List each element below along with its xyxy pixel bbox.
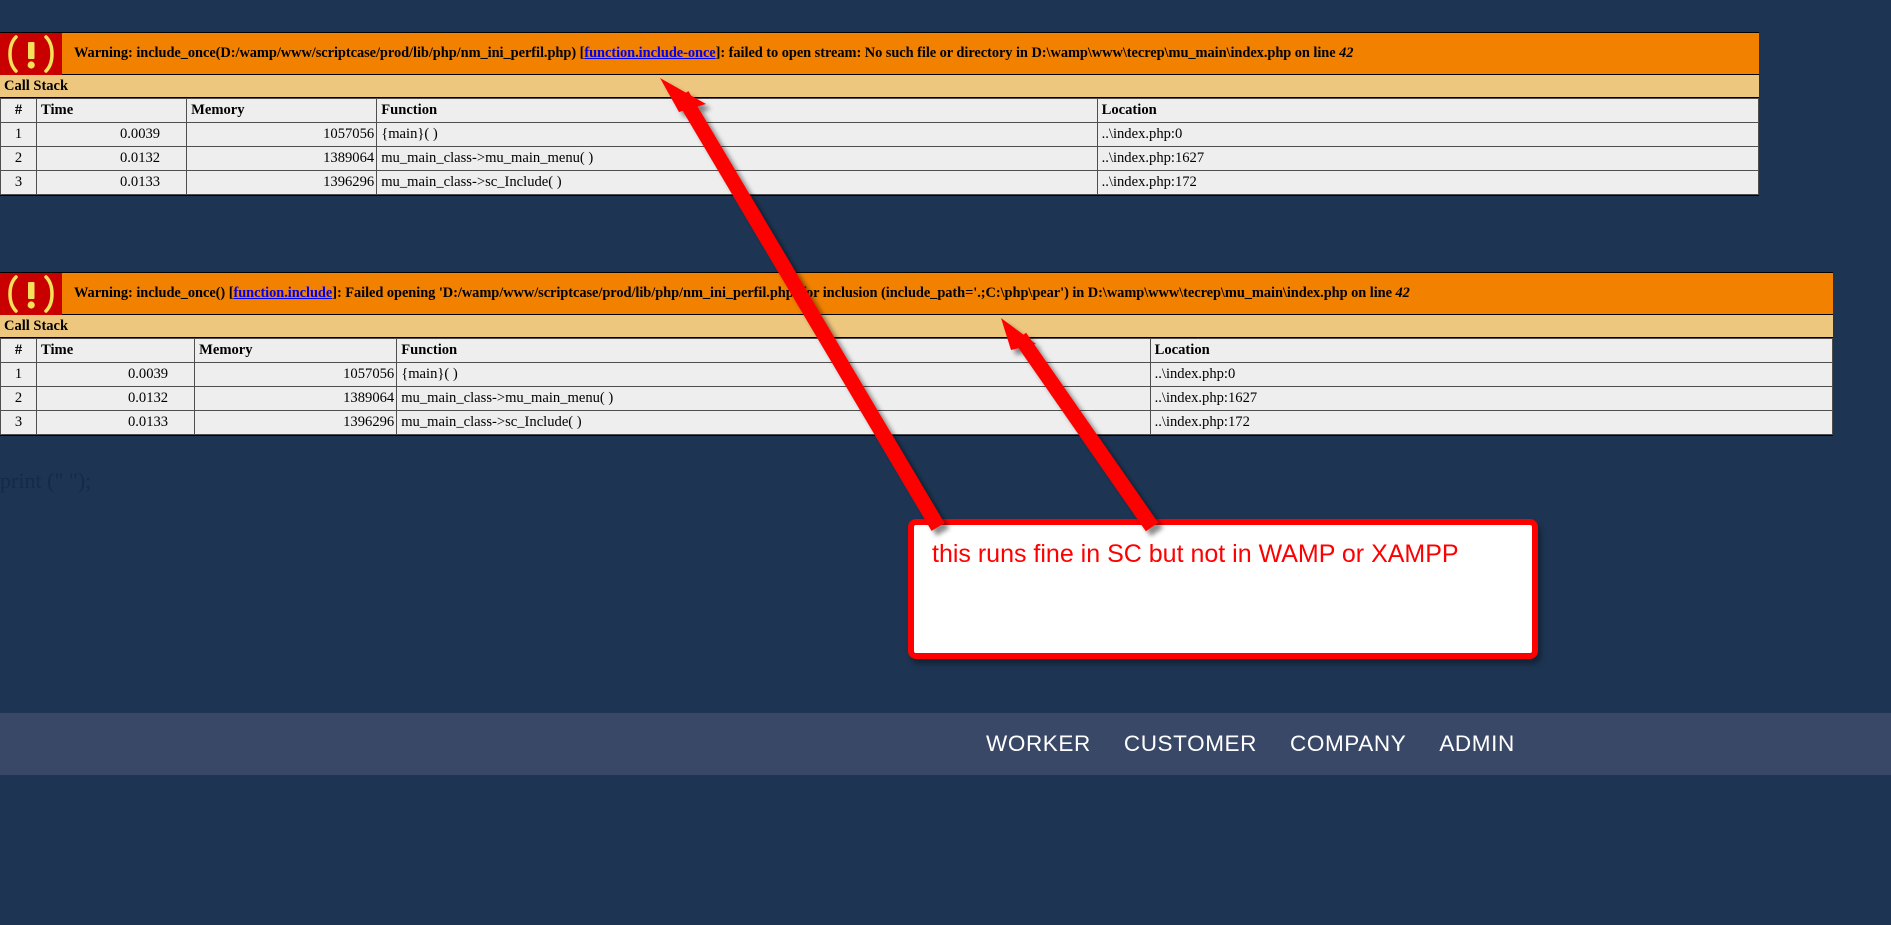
cell-function: mu_main_class->sc_Include( ) [376, 170, 1098, 195]
cell-memory: 1057056 [186, 122, 378, 147]
cell-time: 0.0132 [36, 146, 188, 171]
warning-message-1: Warning: include_once(D:/wamp/www/script… [62, 45, 1354, 62]
cell-function: mu_main_class->sc_Include( ) [396, 410, 1151, 435]
col-header-memory: Memory [194, 338, 398, 363]
cell-location: ..\index.php:0 [1096, 122, 1760, 147]
cell-memory: 1396296 [194, 410, 398, 435]
table-row: 2 0.0132 1389064 mu_main_class->mu_main_… [0, 146, 1760, 171]
callstack-title-2: Call Stack [0, 315, 1833, 338]
warning-banner-2: Warning: include_once() [function.includ… [0, 272, 1833, 315]
col-header-location: Location [1149, 338, 1834, 363]
cell-time: 0.0039 [36, 122, 188, 147]
warning-message-2: Warning: include_once() [function.includ… [62, 286, 1410, 300]
cell-num: 2 [0, 386, 38, 411]
print-statement-text: print (" "); [0, 468, 92, 493]
bottom-navigation-bar: WORKER CUSTOMER COMPANY ADMIN [0, 713, 1891, 775]
warning-suffix: ]: Failed opening 'D:/wamp/www/scriptcas… [332, 285, 1396, 302]
warning-prefix: Warning: include_once(D:/wamp/www/script… [74, 45, 585, 62]
col-header-memory: Memory [186, 98, 378, 123]
warning-suffix: ]: failed to open stream: No such file o… [715, 45, 1340, 62]
callstack-table-1: # Time Memory Function Location 1 0.0039… [0, 98, 1760, 195]
cell-time: 0.0133 [36, 410, 196, 435]
php-error-block-1: Warning: include_once(D:/wamp/www/script… [0, 32, 1760, 196]
cell-function: mu_main_class->mu_main_menu( ) [396, 386, 1151, 411]
page-root: Warning: include_once(D:/wamp/www/script… [0, 0, 1891, 925]
cell-memory: 1389064 [186, 146, 378, 171]
table-row: 2 0.0132 1389064 mu_main_class->mu_main_… [0, 386, 1834, 411]
callstack-table-2: # Time Memory Function Location 1 0.0039… [0, 338, 1834, 435]
cell-num: 1 [0, 362, 38, 387]
warning-line-number: 42 [1339, 45, 1354, 62]
col-header-time: Time [36, 338, 196, 363]
table-header-row: # Time Memory Function Location [0, 98, 1760, 123]
col-header-function: Function [376, 98, 1098, 123]
cell-location: ..\index.php:172 [1149, 410, 1834, 435]
warning-prefix: Warning: include_once() [ [74, 285, 234, 302]
warning-exclamation-icon [0, 272, 62, 315]
nav-item-worker[interactable]: WORKER [986, 731, 1091, 757]
col-header-function: Function [396, 338, 1151, 363]
cell-num: 1 [0, 122, 38, 147]
cell-num: 2 [0, 146, 38, 171]
function-include-link[interactable]: function.include [233, 285, 332, 301]
col-header-location: Location [1096, 98, 1760, 123]
table-row: 1 0.0039 1057056 {main}( ) ..\index.php:… [0, 362, 1834, 387]
cell-location: ..\index.php:1627 [1096, 146, 1760, 171]
col-header-num: # [0, 98, 38, 123]
table-header-row: # Time Memory Function Location [0, 338, 1834, 363]
col-header-num: # [0, 338, 38, 363]
cell-time: 0.0132 [36, 386, 196, 411]
php-error-block-2: Warning: include_once() [function.includ… [0, 272, 1834, 436]
cell-memory: 1057056 [194, 362, 398, 387]
callstack-title-1: Call Stack [0, 75, 1759, 98]
cell-memory: 1396296 [186, 170, 378, 195]
annotation-callout-box: this runs fine in SC but not in WAMP or … [908, 519, 1538, 659]
cell-location: ..\index.php:172 [1096, 170, 1760, 195]
nav-item-admin[interactable]: ADMIN [1439, 731, 1515, 757]
cell-function: {main}( ) [376, 122, 1098, 147]
nav-items-container: WORKER CUSTOMER COMPANY ADMIN [986, 731, 1515, 757]
nav-item-company[interactable]: COMPANY [1290, 731, 1406, 757]
cell-num: 3 [0, 170, 38, 195]
nav-item-customer[interactable]: CUSTOMER [1124, 731, 1257, 757]
cell-location: ..\index.php:0 [1149, 362, 1834, 387]
cell-location: ..\index.php:1627 [1149, 386, 1834, 411]
table-row: 3 0.0133 1396296 mu_main_class->sc_Inclu… [0, 410, 1834, 435]
annotation-text: this runs fine in SC but not in WAMP or … [932, 540, 1459, 568]
col-header-time: Time [36, 98, 188, 123]
warning-exclamation-icon [0, 32, 62, 75]
cell-time: 0.0133 [36, 170, 188, 195]
cell-time: 0.0039 [36, 362, 196, 387]
warning-line-number: 42 [1395, 285, 1410, 302]
cell-function: {main}( ) [396, 362, 1151, 387]
warning-banner-1: Warning: include_once(D:/wamp/www/script… [0, 32, 1759, 75]
cell-memory: 1389064 [194, 386, 398, 411]
cell-function: mu_main_class->mu_main_menu( ) [376, 146, 1098, 171]
table-row: 1 0.0039 1057056 {main}( ) ..\index.php:… [0, 122, 1760, 147]
cell-num: 3 [0, 410, 38, 435]
table-row: 3 0.0133 1396296 mu_main_class->sc_Inclu… [0, 170, 1760, 195]
function-include-once-link[interactable]: function.include-once [584, 45, 715, 61]
